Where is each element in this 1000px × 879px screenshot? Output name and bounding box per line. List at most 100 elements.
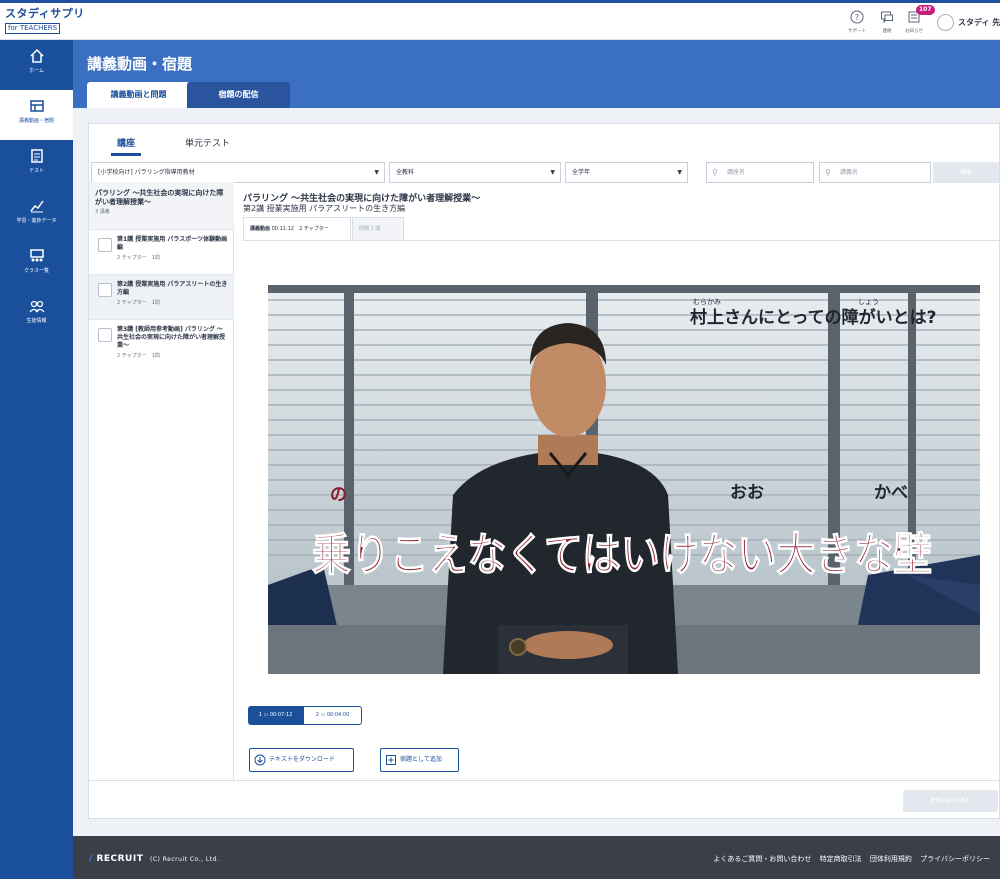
- tab-video-label: 講義動画: [250, 226, 271, 232]
- tab-question[interactable]: 問題 1 問: [352, 217, 404, 240]
- video-icon: [29, 100, 44, 112]
- test-icon: [30, 149, 43, 163]
- caption-furigana: しょう: [858, 298, 879, 306]
- app-logo[interactable]: スタディサプリ: [5, 8, 85, 20]
- svg-text:?: ?: [855, 13, 859, 22]
- video-player[interactable]: むらかみ しょう 村上さんにとっての障がいとは? の おお かべ 乗りこえなくて…: [268, 285, 980, 674]
- lesson-title: 第3講 [教師用参考動画] パラリング 〜共生社会の実現に向けた障がい者理解授業…: [117, 326, 226, 349]
- search-icon: ⚲: [825, 168, 831, 177]
- list-item[interactable]: 第2講 授業実施用 パラアスリートの生き方編 2 チャプター 1問: [89, 274, 234, 319]
- lecture-search-input[interactable]: ⚲ 講義名: [819, 162, 931, 183]
- sidebar-item-label: クラス一覧: [24, 268, 49, 274]
- lesson-list: パラリング 〜共生社会の実現に向けた障がい者理解授業〜 3 講義 第1講 授業実…: [89, 182, 234, 780]
- lesson-meta: 2 チャプター 1問: [117, 255, 160, 261]
- chapter-time: 00:04:00: [326, 712, 350, 718]
- download-label: テキストをダウンロード: [269, 756, 335, 763]
- search-icon: ⚲: [712, 168, 718, 177]
- tab-question-meta: 1 問: [370, 226, 381, 232]
- footer: / RECRUIT (C) Recruit Co., Ltd. よくあるご質問・…: [73, 836, 1000, 879]
- course-header[interactable]: パラリング 〜共生社会の実現に向けた障がい者理解授業〜 3 講義: [89, 182, 234, 229]
- subject-select[interactable]: 全教科 ▼: [389, 162, 561, 183]
- chapter-1-button[interactable]: 1 ▭ 00:07:12: [248, 706, 303, 725]
- lesson-title: 第2講 授業実施用 パラアスリートの生き方編: [117, 281, 228, 296]
- chapter-time: 00:07:12: [269, 712, 293, 718]
- divider: [89, 780, 1000, 781]
- footer-brand: / RECRUIT (C) Recruit Co., Ltd.: [89, 854, 219, 864]
- sidebar-item-data[interactable]: 学習・進捗データ: [0, 190, 73, 240]
- course-search-placeholder: 講座名: [727, 169, 746, 176]
- course-select[interactable]: [小学校向け] パラリング指導用教材 ▼: [91, 162, 385, 183]
- top-bar: スタディサプリ for TEACHERS ? サポート 連絡 107 お知らせ …: [0, 0, 1000, 40]
- footer-link-privacy[interactable]: プライバシーポリシー: [920, 855, 990, 863]
- lesson-meta: 2 チャプター 1問: [117, 353, 160, 359]
- main-card: 講座 単元テスト [小学校向け] パラリング指導用教材 ▼ 全教科 ▼ 全学年 …: [88, 123, 1000, 819]
- course-title: パラリング 〜共生社会の実現に向けた障がい者理解授業〜: [95, 189, 224, 206]
- tab-video[interactable]: 講義動画 00:11:12 2 チャプター: [243, 217, 351, 240]
- chevron-down-icon: ▼: [550, 169, 555, 176]
- brand-mark-icon: /: [89, 854, 93, 864]
- chapter-2-button[interactable]: 2 ▭ 00:04:00: [303, 706, 362, 725]
- chapter-number: 1: [258, 712, 262, 718]
- help-icon: ?: [850, 10, 864, 24]
- grade-select-value: 全学年: [572, 169, 591, 176]
- lesson-title: 第1講 授業実施用 パラスポーツ体験動画編: [117, 236, 228, 251]
- sidebar-item-test[interactable]: テスト: [0, 140, 73, 190]
- film-icon: ▭: [263, 712, 269, 718]
- contact-button[interactable]: 連絡: [875, 10, 899, 34]
- caption-ruby: おお: [730, 483, 764, 503]
- lesson-checkbox[interactable]: [98, 238, 112, 252]
- sidebar-item-class[interactable]: クラス一覧: [0, 240, 73, 290]
- caption-ruby: の: [330, 485, 347, 505]
- notice-badge: 107: [916, 5, 935, 15]
- sidebar-item-home[interactable]: ホーム: [0, 40, 73, 90]
- subject-select-value: 全教科: [396, 169, 415, 176]
- list-item[interactable]: 第1講 授業実施用 パラスポーツ体験動画編 2 チャプター 1問: [89, 229, 234, 274]
- add-homework-button[interactable]: 宿題として追加: [380, 748, 459, 772]
- list-item[interactable]: 第3講 [教師用参考動画] パラリング 〜共生社会の実現に向けた障がい者理解授業…: [89, 319, 234, 375]
- add-doc-icon: [386, 755, 396, 765]
- chevron-down-icon: ▼: [374, 169, 379, 176]
- notice-label: お知らせ: [905, 28, 923, 34]
- chart-icon: [29, 200, 44, 213]
- sidebar: ホーム 講義動画・宿題 テスト 学習・進捗データ クラス一覧 生徒情報: [0, 40, 73, 879]
- grade-select[interactable]: 全学年 ▼: [565, 162, 688, 183]
- brand-name: RECRUIT: [96, 854, 144, 864]
- film-icon: ▭: [320, 712, 326, 718]
- homework-setting-button[interactable]: 宿題の設定へ進む: [903, 790, 998, 812]
- tab-lecture-questions[interactable]: 講義動画と問題: [87, 82, 190, 108]
- sidebar-item-label: ホーム: [29, 68, 44, 74]
- support-button[interactable]: ? サポート: [845, 10, 869, 34]
- avatar[interactable]: [937, 14, 954, 31]
- download-text-button[interactable]: テキストをダウンロード: [249, 748, 354, 772]
- subtab-unit-test[interactable]: 単元テスト: [185, 136, 230, 156]
- notice-button[interactable]: 107 お知らせ: [902, 5, 935, 34]
- tab-question-label: 問題: [359, 226, 370, 232]
- page-title: 講義動画・宿題: [87, 55, 193, 73]
- lecture-search-placeholder: 講義名: [840, 169, 859, 176]
- copyright: (C) Recruit Co., Ltd.: [150, 856, 220, 863]
- subtab-course[interactable]: 講座: [111, 136, 142, 156]
- course-search-input[interactable]: ⚲ 講座名: [706, 162, 814, 183]
- chapter-number: 2: [315, 712, 319, 718]
- search-button[interactable]: 検索: [933, 162, 999, 183]
- sidebar-item-students[interactable]: 生徒情報: [0, 290, 73, 340]
- download-icon: [254, 754, 266, 766]
- caption-furigana: むらかみ: [693, 298, 721, 306]
- contact-label: 連絡: [882, 28, 892, 34]
- support-label: サポート: [847, 28, 866, 34]
- sidebar-item-video[interactable]: 講義動画・宿題: [0, 90, 73, 140]
- lesson-checkbox[interactable]: [98, 328, 112, 342]
- user-name[interactable]: スタディ 先生: [958, 17, 1000, 28]
- footer-link-terms[interactable]: 団体利用規約: [870, 855, 912, 863]
- caption-ruby: かべ: [874, 483, 908, 503]
- divider: [243, 240, 1000, 241]
- app-logo-sub: for TEACHERS: [5, 23, 61, 34]
- footer-link-faq[interactable]: よくあるご質問・お問い合わせ: [713, 855, 811, 863]
- lesson-detail: パラリング 〜共生社会の実現に向けた障がい者理解授業〜 第2講 授業実施用 パラ…: [235, 182, 1000, 780]
- footer-link-commerce[interactable]: 特定商取引法: [820, 855, 862, 863]
- home-icon: [29, 48, 44, 63]
- course-select-value: [小学校向け] パラリング指導用教材: [98, 169, 195, 176]
- tab-homework-delivery[interactable]: 宿題の配信: [187, 82, 290, 108]
- lesson-checkbox[interactable]: [98, 283, 112, 297]
- video-frame: むらかみ しょう 村上さんにとっての障がいとは? の おお かべ 乗りこえなくて…: [268, 285, 980, 674]
